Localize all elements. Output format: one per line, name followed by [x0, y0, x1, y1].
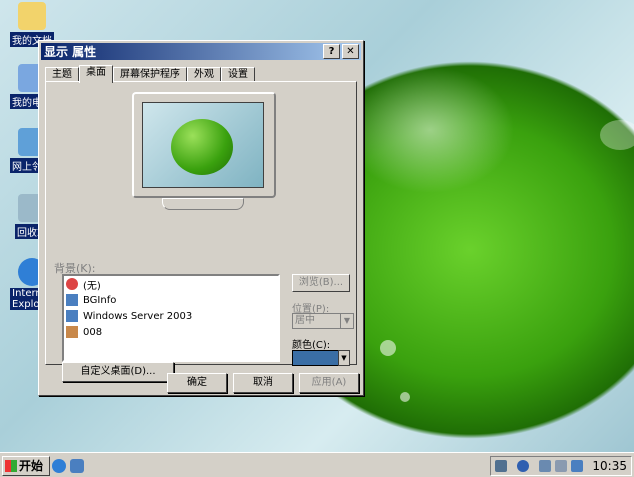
monitor-stand: [162, 198, 244, 210]
start-button[interactable]: 开始: [2, 456, 50, 476]
show-desktop-icon[interactable]: [70, 459, 84, 473]
apple-image: [171, 119, 233, 175]
internet-explorer-icon[interactable]: [52, 459, 66, 473]
help-button[interactable]: ?: [323, 44, 340, 59]
cancel-button[interactable]: 取消: [233, 373, 293, 393]
tab-appearance[interactable]: 外观: [187, 67, 221, 82]
wallpaper-preview: [142, 102, 264, 188]
chevron-down-icon: ▼: [340, 314, 353, 328]
network-icon[interactable]: [495, 460, 507, 472]
display-properties-dialog: 显示 属性 ? ✕ 主题 桌面 屏幕保护程序 外观 设置 背景(K): (无) …: [38, 40, 364, 396]
dialog-titlebar[interactable]: 显示 属性 ? ✕: [41, 43, 361, 60]
list-item-label: BGInfo: [83, 294, 117, 306]
system-tray: 10:35: [490, 456, 632, 476]
image-icon: [66, 326, 78, 338]
tab-themes[interactable]: 主题: [45, 67, 79, 82]
taskbar: 开始 10:35: [0, 452, 634, 477]
customize-desktop-button[interactable]: 自定义桌面(D)...: [62, 362, 174, 382]
list-item[interactable]: Windows Server 2003: [64, 308, 278, 324]
water-splash: [600, 120, 634, 150]
clock[interactable]: 10:35: [592, 457, 627, 475]
help-icon[interactable]: [517, 460, 529, 472]
none-icon: [66, 278, 78, 290]
apply-button[interactable]: 应用(A): [299, 373, 359, 393]
bitmap-icon: [66, 310, 78, 322]
position-value: 居中: [295, 315, 315, 326]
list-item-label: Windows Server 2003: [83, 310, 193, 322]
water-drop: [380, 340, 396, 356]
connection-icon[interactable]: [571, 460, 583, 472]
monitor-preview: [132, 92, 276, 198]
dialog-title: 显示 属性: [44, 45, 97, 59]
list-item-label: (无): [83, 280, 101, 292]
ok-button[interactable]: 确定: [167, 373, 227, 393]
chevron-down-icon: ▼: [338, 350, 350, 366]
tab-desktop[interactable]: 桌面: [79, 65, 113, 83]
list-item-label: 008: [83, 326, 103, 338]
list-item[interactable]: (无): [64, 276, 278, 292]
tab-strip: 主题 桌面 屏幕保护程序 外观 设置: [45, 65, 255, 83]
tab-screensaver[interactable]: 屏幕保护程序: [113, 67, 187, 82]
list-item[interactable]: BGInfo: [64, 292, 278, 308]
color-picker[interactable]: ▼: [292, 350, 350, 366]
list-item[interactable]: 008: [64, 324, 278, 340]
monitor-icon[interactable]: [539, 460, 551, 472]
windows-logo-icon: [5, 460, 17, 472]
position-select[interactable]: 居中 ▼: [292, 313, 354, 329]
water-drop: [400, 392, 410, 402]
bitmap-icon: [66, 294, 78, 306]
color-label: 颜色(C):: [292, 340, 331, 351]
start-label: 开始: [19, 459, 44, 473]
tab-settings[interactable]: 设置: [221, 67, 255, 82]
close-button[interactable]: ✕: [342, 44, 359, 59]
speaker-icon[interactable]: [555, 460, 567, 472]
background-list[interactable]: (无) BGInfo Windows Server 2003 008: [62, 274, 280, 362]
folder-icon: [18, 2, 46, 30]
browse-button[interactable]: 浏览(B)...: [292, 274, 350, 292]
desktop-tab-panel: 背景(K): (无) BGInfo Windows Server 2003 00…: [45, 81, 357, 382]
